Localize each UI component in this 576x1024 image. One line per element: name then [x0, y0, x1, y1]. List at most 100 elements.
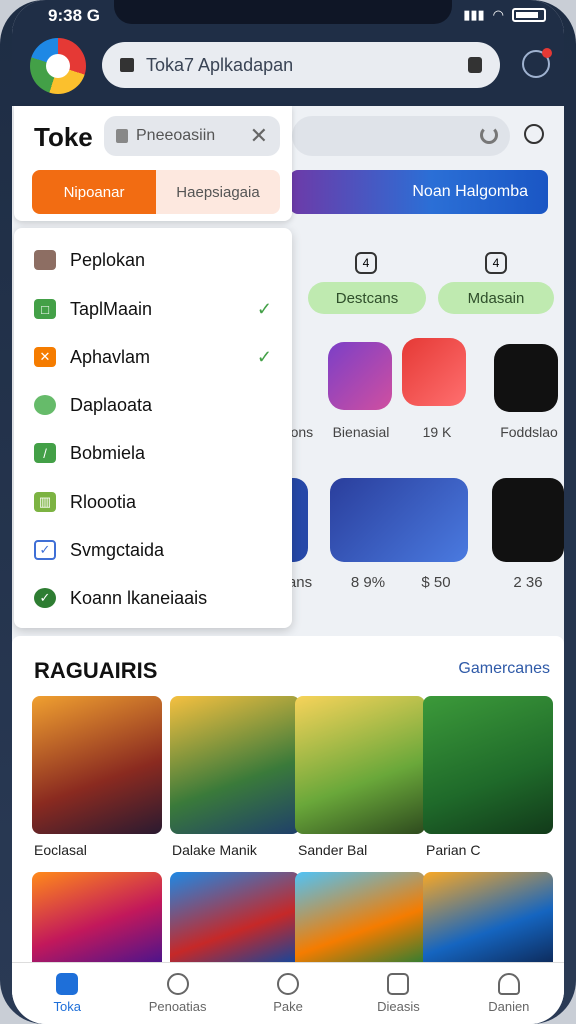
- menu-item-label: Bobmiela: [70, 442, 146, 463]
- app-icon-2[interactable]: [328, 342, 392, 410]
- menu-item[interactable]: ✓ Koann lkaneiaais: [14, 574, 292, 622]
- system-icons: ▮▮▮ ◠: [463, 7, 546, 23]
- app-icon-4[interactable]: [494, 344, 558, 412]
- menu-item[interactable]: Peplokan: [14, 236, 292, 284]
- tab-label: Toka: [53, 999, 81, 1014]
- menu-item-label: Svmgctaida: [70, 539, 165, 560]
- segment-2[interactable]: Haepsiagaia: [156, 170, 280, 214]
- tools-icon: ✕: [34, 347, 56, 367]
- bag-icon: [116, 129, 128, 143]
- compass-icon: [277, 973, 300, 995]
- tab-home[interactable]: Toka: [12, 963, 122, 1024]
- game-name-3: Sander Bal: [298, 842, 368, 858]
- store-search-bar[interactable]: [292, 116, 510, 156]
- price-3: $ 50: [421, 574, 451, 591]
- menu-item[interactable]: ✕ Aphavlam ✓: [14, 333, 292, 381]
- tab-label: Pake: [273, 999, 303, 1014]
- promo-banner[interactable]: Noan Halgomba: [290, 170, 548, 214]
- price-4: 2 36: [513, 574, 543, 591]
- game-tile-7[interactable]: [295, 872, 425, 964]
- checkmark-icon: ✓: [256, 346, 272, 367]
- panel-search-value: Pneeoasiin: [136, 127, 216, 144]
- game-tile-8[interactable]: [423, 872, 553, 964]
- menu-item-label: TaplMaain: [70, 298, 153, 319]
- browser-logo-icon[interactable]: [30, 38, 86, 94]
- counter-icon-1: 4: [355, 252, 377, 274]
- panel-title: Toke: [34, 122, 93, 152]
- game-tile-4[interactable]: [423, 696, 553, 834]
- menu-item[interactable]: ▥ Rloootia: [14, 478, 292, 526]
- menu-item-label: Aphavlam: [70, 346, 151, 367]
- checkbox-icon: ✓: [34, 540, 56, 560]
- home-icon: [56, 973, 79, 995]
- signal-icon: ▮▮▮: [463, 7, 485, 22]
- category-menu: Peplokan □ TaplMaain ✓ ✕ Aphavlam ✓ Daplaoat…: [14, 228, 292, 628]
- featured-card-3[interactable]: [492, 478, 564, 562]
- segment-1[interactable]: Nipoanar: [32, 170, 156, 214]
- menu-item[interactable]: ✓ Svmgctaida: [14, 526, 292, 574]
- featured-card-2[interactable]: [330, 478, 468, 562]
- counter-icon-2: 4: [485, 252, 507, 274]
- search-icon[interactable]: [524, 124, 544, 144]
- tab-label: Dieasis: [377, 999, 420, 1014]
- tab-label: Danien: [488, 999, 530, 1014]
- game-name-2: Dalake Manik: [172, 842, 257, 858]
- folder-icon: [34, 250, 56, 270]
- share-icon[interactable]: [468, 57, 482, 73]
- bottom-tab-bar: Toka Penoatias Pake Dieasis Danien: [12, 962, 564, 1024]
- page-content: Noan Halgomba 4 4 Destcans Mdasain oons …: [12, 106, 564, 1024]
- pencil-icon: /: [34, 443, 56, 463]
- game-tile-1[interactable]: [32, 696, 162, 834]
- close-icon[interactable]: ✕: [250, 123, 268, 149]
- tab-label: Penoatias: [148, 999, 207, 1014]
- panel-search-input[interactable]: Pneeoasiin ✕: [104, 116, 280, 156]
- grid-icon: ▥: [34, 492, 56, 512]
- tablet-icon: [387, 973, 410, 995]
- app-icon-3[interactable]: [402, 338, 466, 406]
- menu-item-label: Daplaoata: [70, 394, 153, 415]
- address-bar[interactable]: Toka7 Aplkadapan: [102, 42, 500, 88]
- tab-library[interactable]: Dieasis: [343, 963, 453, 1024]
- menu-item-label: Peplokan: [70, 249, 146, 270]
- toke-panel: Toke Pneeoasiin ✕ Nipoanar Haepsiagaia: [14, 106, 292, 221]
- game-name-4: Parian C: [426, 842, 481, 858]
- url-text: Toka7 Aplkadapan: [146, 54, 294, 75]
- check-circle-icon: ✓: [34, 588, 56, 608]
- checkmark-icon: ✓: [256, 298, 272, 319]
- status-bar: 9:38 G ▮▮▮ ◠: [12, 0, 564, 34]
- status-time: 9:38 G: [48, 6, 100, 25]
- notch: [114, 0, 452, 24]
- game-tile-6[interactable]: [170, 872, 300, 964]
- extension-icon[interactable]: [522, 48, 552, 78]
- tab-explore[interactable]: Pake: [233, 963, 343, 1024]
- app-label-3: 19 K: [422, 424, 452, 440]
- segment-control: Nipoanar Haepsiagaia: [32, 170, 280, 214]
- filter-pill-1[interactable]: Destcans: [308, 282, 426, 314]
- filter-pill-2[interactable]: Mdasain: [438, 282, 554, 314]
- chat-icon: [34, 395, 56, 415]
- section-title: RAGUAIRIS: [34, 658, 158, 683]
- see-all-link[interactable]: Gamercanes: [458, 660, 550, 678]
- tab-profile[interactable]: Danien: [454, 963, 564, 1024]
- wifi-icon: ◠: [492, 7, 504, 22]
- menu-item-label: Rloootia: [70, 491, 137, 512]
- refresh-icon[interactable]: [480, 126, 498, 144]
- app-label-4: Foddslao: [500, 424, 558, 440]
- game-tile-3[interactable]: [295, 696, 425, 834]
- battery-icon: [512, 8, 546, 22]
- browser-toolbar: Toka7 Aplkadapan: [12, 34, 564, 106]
- lock-icon: [120, 58, 134, 72]
- screen: 9:38 G ▮▮▮ ◠ Toka7 Aplkadapan Noan Halgo…: [12, 0, 564, 1024]
- phone-frame: 9:38 G ▮▮▮ ◠ Toka7 Aplkadapan Noan Halgo…: [0, 0, 576, 1024]
- menu-item[interactable]: / Bobmiela: [14, 429, 292, 477]
- menu-item[interactable]: □ TaplMaain ✓: [14, 285, 292, 333]
- game-tile-2[interactable]: [170, 696, 300, 834]
- game-tile-5[interactable]: [32, 872, 162, 964]
- tab-recent[interactable]: Penoatias: [122, 963, 232, 1024]
- menu-item-label: Koann lkaneiaais: [70, 587, 208, 608]
- games-section: RAGUAIRIS Gamercanes Eoclasal Dalake Man…: [12, 636, 564, 966]
- square-icon: □: [34, 299, 56, 319]
- person-icon: [497, 973, 520, 995]
- menu-item[interactable]: Daplaoata: [14, 381, 292, 429]
- banner-text: Noan Halgomba: [412, 183, 528, 200]
